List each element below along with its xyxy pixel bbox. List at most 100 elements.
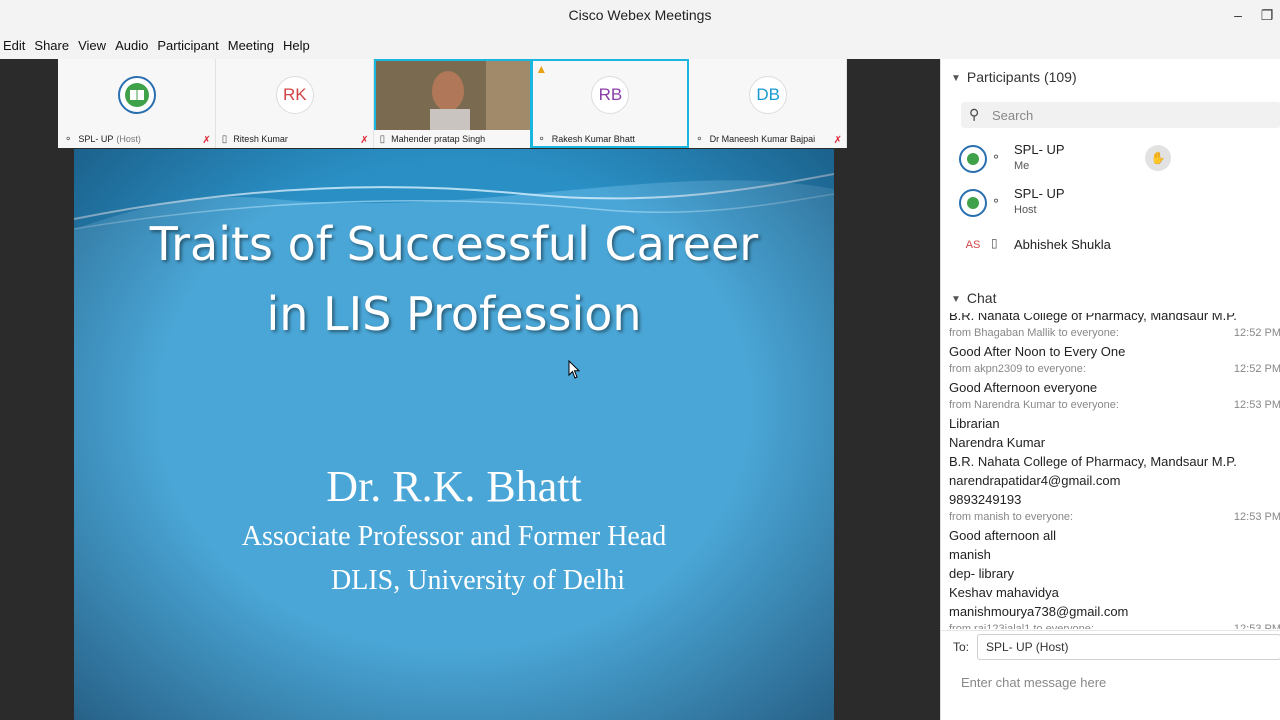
chat-message: dep- library	[949, 564, 1280, 583]
chat-sender: from Bhagaban Mallik to everyone:	[949, 327, 1119, 339]
meeting-stage: ⚬ SPL- UP (Host) ✗ RK ▯ Ritesh Kumar ✗ ▯	[0, 59, 940, 720]
muted-mic-icon: ✗	[360, 135, 369, 146]
chat-timestamp: 12:53 PM	[1233, 399, 1280, 411]
raise-hand-icon[interactable]: ✋	[1145, 145, 1171, 171]
menu-share[interactable]: Share	[34, 38, 69, 53]
tile-namebar: ▯ Ritesh Kumar	[216, 130, 373, 148]
camera-feed-image	[375, 61, 530, 131]
tile-name: Ritesh Kumar	[233, 134, 288, 144]
chat-messages[interactable]: B.R. Nahata College of Pharmacy, Mandsau…	[949, 313, 1280, 629]
participant-name: Abhishek Shukla	[1014, 237, 1111, 252]
chat-message: Librarian	[949, 414, 1280, 433]
chat-message: 9893249193	[949, 490, 1280, 509]
search-icon: ⚲	[969, 106, 980, 122]
chat-input[interactable]: Enter chat message here	[961, 675, 1106, 690]
tile-name: Mahender pratap Singh	[391, 134, 486, 144]
org-logo-avatar	[959, 145, 987, 173]
participants-count: Participants (109)	[966, 69, 1077, 85]
participants-header[interactable]: ▼ Participants (109)	[951, 69, 1077, 85]
video-tile[interactable]: RK ▯ Ritesh Kumar ✗	[215, 59, 374, 148]
participant-row[interactable]: AS ▯ Abhishek Shukla	[959, 225, 1279, 265]
to-label: To:	[953, 640, 970, 654]
avatar: RB	[591, 76, 630, 114]
chat-message: narendrapatidar4@gmail.com	[949, 471, 1280, 490]
chat-sender-line: from Bhagaban Mallik to everyone: 12:52 P…	[949, 325, 1280, 342]
chat-text: manish	[949, 547, 991, 562]
tile-namebar: ⚬ Dr Maneesh Kumar Bajpai	[689, 130, 846, 148]
chat-message: B.R. Nahata College of Pharmacy, Mandsau…	[949, 313, 1280, 325]
menu-edit[interactable]: Edit	[3, 38, 25, 53]
chat-message: B.R. Nahata College of Pharmacy, Mandsau…	[949, 452, 1280, 471]
slide-title-line2: in LIS Profession	[266, 287, 642, 341]
tile-name: SPL- UP	[78, 134, 114, 144]
chat-text: narendrapatidar4@gmail.com	[949, 473, 1121, 488]
chat-sender: from Narendra Kumar to everyone:	[949, 399, 1119, 411]
participant-search[interactable]: ⚲ Search	[961, 102, 1280, 128]
headset-icon: ⚬	[64, 133, 73, 145]
book-logo-icon	[125, 83, 149, 107]
headset-icon: ⚬	[991, 150, 1002, 164]
phone-icon: ▯	[379, 133, 386, 145]
menu-view[interactable]: View	[78, 38, 106, 53]
chat-text: manishmourya738@gmail.com	[949, 604, 1129, 619]
phone-icon: ▯	[221, 133, 228, 145]
avatar: AS	[965, 239, 981, 251]
video-tile-active-speaker[interactable]: ▯ Mahender pratap Singh	[373, 59, 532, 148]
chat-message: Good Afternoon everyone	[949, 378, 1280, 397]
muted-mic-icon: ✗	[202, 135, 211, 146]
video-tile[interactable]: DB ⚬ Dr Maneesh Kumar Bajpai ✗	[689, 59, 847, 148]
minimize-icon[interactable]: –	[1227, 4, 1249, 26]
org-logo-avatar	[959, 189, 987, 217]
chevron-down-icon: ▼	[951, 294, 961, 305]
participant-role: Me	[1014, 160, 1030, 172]
chat-text: Keshav mahavidya	[949, 585, 1059, 600]
participant-role: Host	[1014, 204, 1037, 216]
participant-row[interactable]: ⚬ SPL- UP Me	[959, 139, 1279, 179]
video-tile[interactable]: ⚬ SPL- UP (Host) ✗	[58, 59, 216, 148]
chat-message: Keshav mahavidya	[949, 583, 1280, 602]
phone-icon: ▯	[991, 236, 998, 250]
chat-sender: from raj123jalal1 to everyone:	[949, 623, 1094, 629]
video-tile[interactable]: ▲ RB ⚬ Rakesh Kumar Bhatt	[531, 59, 690, 148]
avatar: RK	[275, 76, 314, 114]
participant-name: SPL- UP	[1014, 142, 1065, 157]
headset-icon: ⚬	[991, 194, 1002, 208]
video-strip: ⚬ SPL- UP (Host) ✗ RK ▯ Ritesh Kumar ✗ ▯	[58, 59, 847, 148]
restore-icon[interactable]: ❐	[1256, 4, 1278, 26]
headset-icon: ⚬	[537, 133, 546, 145]
menu-help[interactable]: Help	[283, 38, 310, 53]
chat-text: Librarian	[949, 416, 1000, 431]
slide-author: Dr. R.K. Bhatt	[326, 462, 582, 511]
org-logo-avatar	[118, 76, 156, 114]
chat-header[interactable]: ▼ Chat	[951, 290, 996, 306]
chat-message: Narendra Kumar	[949, 433, 1280, 452]
menu-audio[interactable]: Audio	[115, 38, 148, 53]
chat-text: Good Afternoon everyone	[949, 380, 1098, 395]
chat-text: B.R. Nahata College of Pharmacy, Mandsau…	[949, 454, 1237, 469]
participant-name: SPL- UP	[1014, 186, 1065, 201]
menu-participant[interactable]: Participant	[157, 38, 218, 53]
recipient-select[interactable]: SPL- UP (Host)	[977, 634, 1280, 660]
tile-namebar: ▯ Mahender pratap Singh	[373, 130, 531, 148]
title-bar: Cisco Webex Meetings – ❐	[0, 0, 1280, 32]
slide-title: Traits of Successful Career in LIS Profe…	[74, 209, 834, 349]
menu-meeting[interactable]: Meeting	[228, 38, 274, 53]
tile-namebar: ⚬ Rakesh Kumar Bhatt	[531, 130, 688, 148]
mouse-cursor-icon	[568, 360, 581, 379]
chat-sender: from manish to everyone:	[949, 511, 1074, 523]
avatar: DB	[749, 76, 788, 114]
chat-message: manish	[949, 545, 1280, 564]
chat-text: 9893249193	[949, 492, 1022, 507]
tile-name: Rakesh Kumar Bhatt	[551, 134, 635, 144]
chat-timestamp: 12:53 PM	[1233, 623, 1280, 629]
chat-text: B.R. Nahata College of Pharmacy, Mandsau…	[949, 313, 1237, 323]
participant-row[interactable]: ⚬ SPL- UP Host	[959, 183, 1279, 223]
host-tag: (Host)	[116, 134, 141, 144]
muted-mic-icon: ✗	[833, 135, 842, 146]
chat-sender: from akpn2309 to everyone:	[949, 363, 1086, 375]
chat-sender-line: from raj123jalal1 to everyone: 12:53 PM	[949, 621, 1280, 629]
headset-icon: ⚬	[695, 133, 704, 145]
chat-sender-line: from manish to everyone: 12:53 PM	[949, 509, 1280, 526]
chat-message: manishmourya738@gmail.com	[949, 602, 1280, 621]
tile-name: Dr Maneesh Kumar Bajpai	[709, 134, 816, 144]
